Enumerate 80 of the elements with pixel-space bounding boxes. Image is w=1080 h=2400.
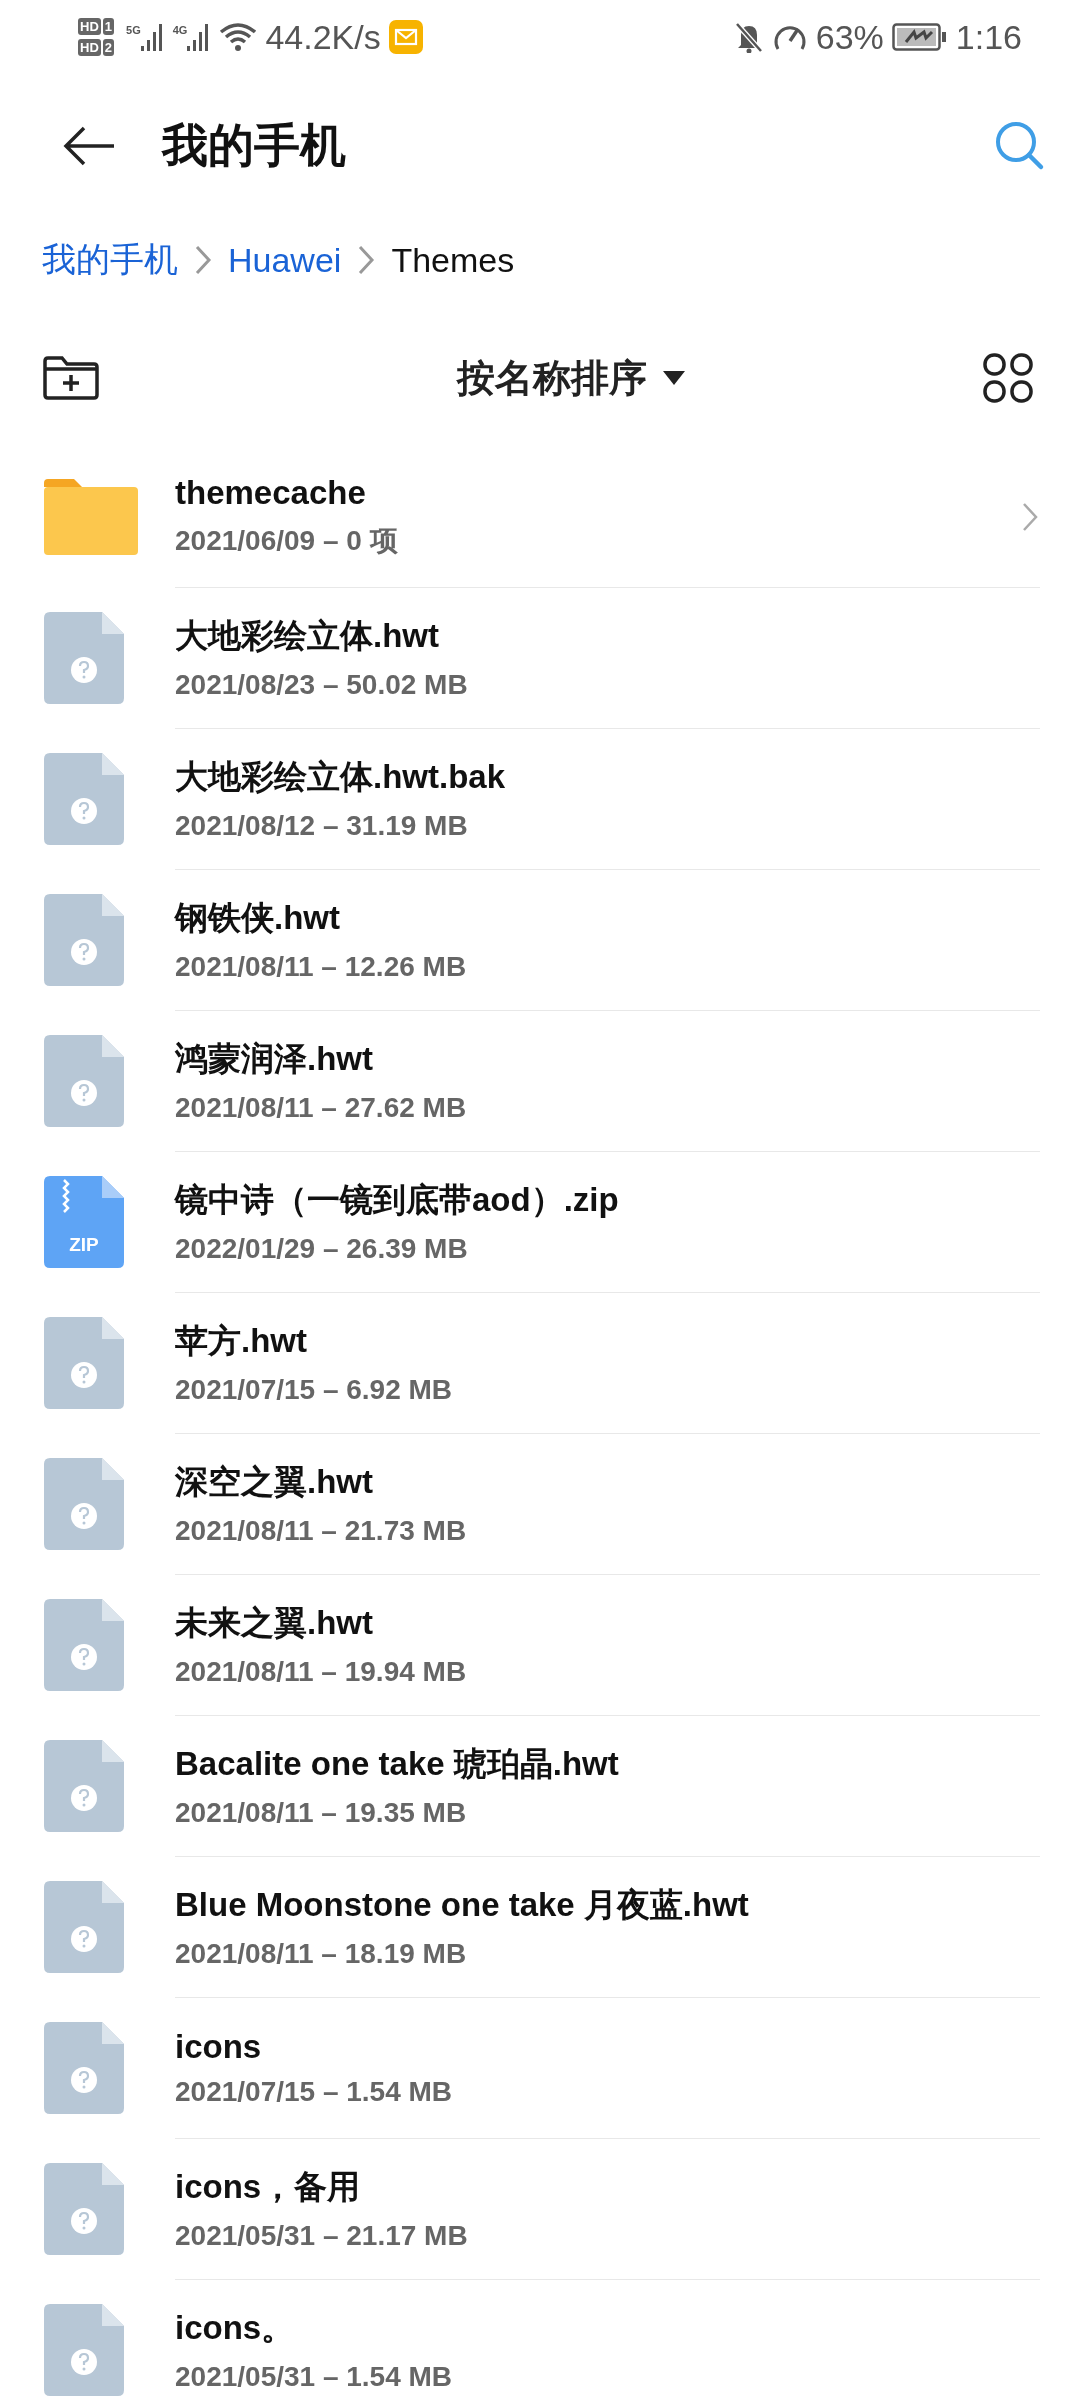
file-details: 2021/07/15 – 6.92 MB [175,1374,454,1406]
unknown-file-icon [44,1739,124,1832]
file-name: 苹方.hwt [175,1321,308,1361]
file-name: 大地彩绘立体.hwt [175,616,440,656]
file-row[interactable]: ZIP 镜中诗（一镜到底带aod）.zip 2022/01/29 – 26.39 MB [0,1151,1080,1292]
file-name: icons，备用 [175,2167,362,2207]
file-row[interactable]: Bacalite one take 琥珀晶.hwt 2021/08/11 – 19.35 MB [0,1715,1080,1856]
sim-indicator: HD 2 [78,39,114,56]
chevron-right-icon [1022,501,1038,532]
file-details: 2021/08/11 – 27.62 MB [175,1092,468,1124]
file-row[interactable]: 未来之翼.hwt 2021/08/11 – 19.94 MB [0,1574,1080,1715]
unknown-file-icon [44,1598,124,1691]
unknown-file-icon [44,752,124,845]
file-name: icons [175,2027,263,2066]
bell-muted-icon [733,21,764,53]
chevron-right-icon [194,244,212,276]
file-name: Bacalite one take 琥珀晶.hwt [175,1744,620,1784]
file-row[interactable]: Blue Moonstone one take 月夜蓝.hwt 2021/08/11 – 18.19 MB [0,1856,1080,1997]
page-title: 我的手机 [162,118,346,173]
clock-time: 1:16 [955,17,1022,57]
sort-dropdown[interactable]: 按名称排序 [457,352,685,404]
file-details: 2021/08/11 – 12.26 MB [175,951,468,983]
chevron-right-icon [357,244,376,276]
file-row[interactable]: 鸿蒙润泽.hwt 2021/08/11 – 27.62 MB [0,1010,1080,1151]
file-name: 深空之翼.hwt [175,1462,374,1502]
file-row[interactable]: icons 2021/07/15 – 1.54 MB [0,1997,1080,2138]
folder-icon [44,478,138,555]
file-name: 鸿蒙润泽.hwt [175,1039,374,1079]
file-name: 镜中诗（一镜到底带aod）.zip [175,1180,620,1220]
file-row[interactable]: 苹方.hwt 2021/07/15 – 6.92 MB [0,1292,1080,1433]
file-name: 大地彩绘立体.hwt.bak [175,757,507,797]
new-folder-button[interactable] [42,355,100,401]
file-name: icons。 [175,2308,296,2348]
network-speed: 44.2K/s [265,17,381,57]
file-details: 2021/08/11 – 21.73 MB [175,1515,468,1547]
grid-view-button[interactable] [982,352,1034,404]
caret-down-icon [663,371,685,385]
file-details: 2021/07/15 – 1.54 MB [175,2075,454,2108]
battery-percent: 63% [815,17,884,57]
file-details: 2021/05/31 – 21.17 MB [175,2220,469,2252]
file-details: 2021/08/12 – 31.19 MB [175,810,469,842]
search-button[interactable] [994,120,1046,172]
sim-indicator: HD 1 [78,18,114,35]
unknown-file-icon [44,2303,124,2396]
file-name: 钢铁侠.hwt [175,898,341,938]
unknown-file-icon [44,1880,124,1973]
file-name: 未来之翼.hwt [175,1603,374,1643]
file-details: 2021/08/11 – 19.35 MB [175,1797,468,1829]
network-type: 5G [126,24,141,36]
network-type: 4G [172,24,188,36]
breadcrumb-link[interactable]: 我的手机 [42,237,178,283]
file-details: 2021/06/09 – 0 项 [175,523,399,558]
file-row[interactable]: 大地彩绘立体.hwt 2021/08/23 – 50.02 MB [0,587,1080,728]
mail-icon [388,20,423,54]
file-name: Blue Moonstone one take 月夜蓝.hwt [175,1885,750,1925]
file-row[interactable]: 深空之翼.hwt 2021/08/11 – 21.73 MB [0,1433,1080,1574]
battery-charging-icon [891,22,948,52]
file-details: 2022/01/29 – 26.39 MB [175,1233,469,1265]
wifi-icon [219,22,258,52]
file-row[interactable]: icons。 2021/05/31 – 1.54 MB [0,2279,1080,2400]
unknown-file-icon [44,1457,124,1550]
breadcrumb-link[interactable]: Huawei [228,240,342,280]
unknown-file-icon [44,611,124,704]
unknown-file-icon [44,1034,124,1127]
file-row[interactable]: 大地彩绘立体.hwt.bak 2021/08/12 – 31.19 MB [0,728,1080,869]
unknown-file-icon [44,1316,124,1409]
unknown-file-icon [44,2021,124,2114]
file-details: 2021/05/31 – 1.54 MB [175,2361,454,2393]
file-details: 2021/08/11 – 18.19 MB [175,1938,468,1970]
unknown-file-icon [44,2162,124,2255]
unknown-file-icon [44,893,124,986]
zip-file-icon: ZIP [44,1175,124,1268]
signal-icon [140,22,165,52]
file-row[interactable]: icons，备用 2021/05/31 – 21.17 MB [0,2138,1080,2279]
file-name: themecache [175,473,367,512]
breadcrumb-link[interactable]: Themes [391,240,515,280]
file-row[interactable]: themecache 2021/06/09 – 0 项 [0,446,1080,587]
file-details: 2021/08/11 – 19.94 MB [175,1656,468,1688]
file-row[interactable]: 钢铁侠.hwt 2021/08/11 – 12.26 MB [0,869,1080,1010]
file-details: 2021/08/23 – 50.02 MB [175,669,469,701]
